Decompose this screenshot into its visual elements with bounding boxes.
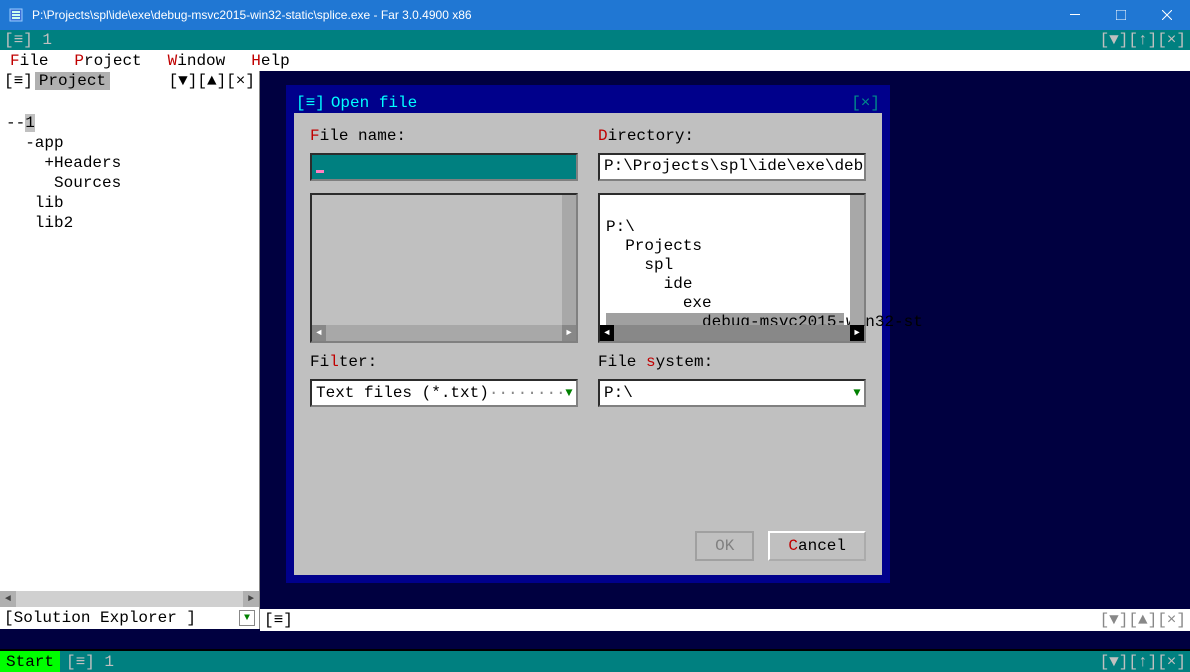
sidebar-header: [≡] Project [▼][▲][×]: [0, 71, 259, 91]
tree-lib[interactable]: lib: [6, 194, 64, 212]
file-list-vscroll[interactable]: [562, 195, 576, 325]
open-file-dialog: [≡] Open file [×] File name: Directory: …: [286, 85, 890, 583]
scroll-right-icon[interactable]: ►: [243, 591, 259, 607]
scroll-right-icon[interactable]: ►: [562, 325, 576, 341]
app-icon: [8, 7, 24, 23]
window-titlebar: P:\Projects\spl\ide\exe\debug-msvc2015-w…: [0, 0, 1190, 30]
window-close-button[interactable]: [1144, 0, 1190, 30]
menu-project[interactable]: Project: [74, 52, 141, 70]
window-maximize-button[interactable]: [1098, 0, 1144, 30]
menu-help[interactable]: Help: [251, 52, 289, 70]
cancel-button[interactable]: Cancel: [768, 531, 866, 561]
menu-file[interactable]: File: [10, 52, 48, 70]
filesystem-combo[interactable]: P:\ ▼: [598, 379, 866, 407]
directory-input[interactable]: P:\Projects\spl\ide\exe\debu: [598, 153, 866, 181]
dialog-menu-icon[interactable]: [≡]: [296, 94, 325, 112]
filter-combo[interactable]: Text files (*.txt)········ ▼: [310, 379, 578, 407]
project-tree[interactable]: --1 -app +Headers Sources lib lib2: [0, 91, 259, 255]
sidebar-title: Project: [35, 72, 110, 90]
top-tab-controls[interactable]: [▼][↑][×]: [1100, 31, 1186, 49]
work-area: [≡] Project [▼][▲][×] --1 -app +Headers …: [0, 71, 1190, 649]
dir-list-hscroll[interactable]: ◄ ►: [600, 325, 864, 341]
dir-item[interactable]: Projects: [606, 237, 702, 255]
tree-headers[interactable]: +Headers: [6, 154, 121, 172]
status-segment[interactable]: [≡] 1: [60, 653, 120, 671]
ok-button[interactable]: OK: [695, 531, 754, 561]
filename-input[interactable]: [310, 153, 578, 181]
dir-item[interactable]: exe: [606, 294, 712, 312]
sidebar-menu-icon[interactable]: [≡]: [4, 72, 33, 90]
scroll-left-icon[interactable]: ◄: [312, 325, 326, 341]
scroll-track[interactable]: [16, 591, 243, 607]
start-button[interactable]: Start: [0, 651, 60, 672]
file-list-hscroll[interactable]: ◄ ►: [312, 325, 576, 341]
menu-window[interactable]: Window: [168, 52, 226, 70]
dir-item[interactable]: P:\: [606, 218, 635, 236]
tree-lib2[interactable]: lib2: [6, 214, 73, 232]
window-title: P:\Projects\spl\ide\exe\debug-msvc2015-w…: [30, 8, 1052, 22]
directory-listbox[interactable]: P:\ Projects spl ide exe debug-msvc2015-…: [598, 193, 866, 343]
tree-app[interactable]: -app: [6, 134, 64, 152]
window-minimize-button[interactable]: [1052, 0, 1098, 30]
scroll-left-icon[interactable]: ◄: [0, 591, 16, 607]
dir-item[interactable]: ide: [606, 275, 692, 293]
menu-bar: File Project Window Help: [0, 50, 1190, 71]
editor-tabstrip-left[interactable]: [≡]: [264, 611, 293, 629]
dialog-body: File name: Directory: P:\Projects\spl\id…: [294, 113, 882, 575]
status-controls[interactable]: [▼][↑][×]: [1100, 653, 1186, 671]
dialog-titlebar: [≡] Open file [×]: [294, 93, 882, 113]
sidebar-footer-dropdown[interactable]: ▼: [239, 610, 255, 626]
dialog-close-icon[interactable]: [×]: [851, 94, 880, 112]
file-listbox[interactable]: ◄ ►: [310, 193, 578, 343]
top-tab-label[interactable]: [≡] 1: [4, 31, 1098, 49]
editor-tabstrip-controls[interactable]: [▼][▲][×]: [1100, 611, 1186, 629]
status-bar: Start [≡] 1 [▼][↑][×]: [0, 651, 1190, 672]
sidebar-hscroll[interactable]: ◄ ►: [0, 591, 259, 607]
sidebar-header-controls[interactable]: [▼][▲][×]: [169, 72, 255, 90]
main-area: [≡] [▼][▲][×] [≡] Open file [×] File nam…: [260, 71, 1190, 649]
dir-item[interactable]: spl: [606, 256, 673, 274]
sidebar-footer: [Solution Explorer ] ▼: [0, 607, 259, 629]
tree-sources[interactable]: Sources: [6, 174, 121, 192]
scroll-left-icon[interactable]: ◄: [600, 325, 614, 341]
top-tab-strip: [≡] 1 [▼][↑][×]: [0, 30, 1190, 50]
sidebar-footer-label: [Solution Explorer ]: [4, 609, 237, 627]
chevron-down-icon[interactable]: ▼: [562, 386, 576, 400]
scroll-right-icon[interactable]: ►: [850, 325, 864, 341]
tree-root[interactable]: --1: [6, 114, 35, 132]
sidebar-panel: [≡] Project [▼][▲][×] --1 -app +Headers …: [0, 71, 260, 629]
dir-list-vscroll[interactable]: [850, 195, 864, 325]
editor-tab-strip: [≡] [▼][▲][×]: [260, 609, 1190, 631]
directory-label: Directory:: [598, 127, 866, 145]
filter-label: Filter:: [310, 353, 578, 371]
chevron-down-icon[interactable]: ▼: [850, 386, 864, 400]
filename-label: File name:: [310, 127, 578, 145]
dialog-title: Open file: [331, 94, 417, 112]
